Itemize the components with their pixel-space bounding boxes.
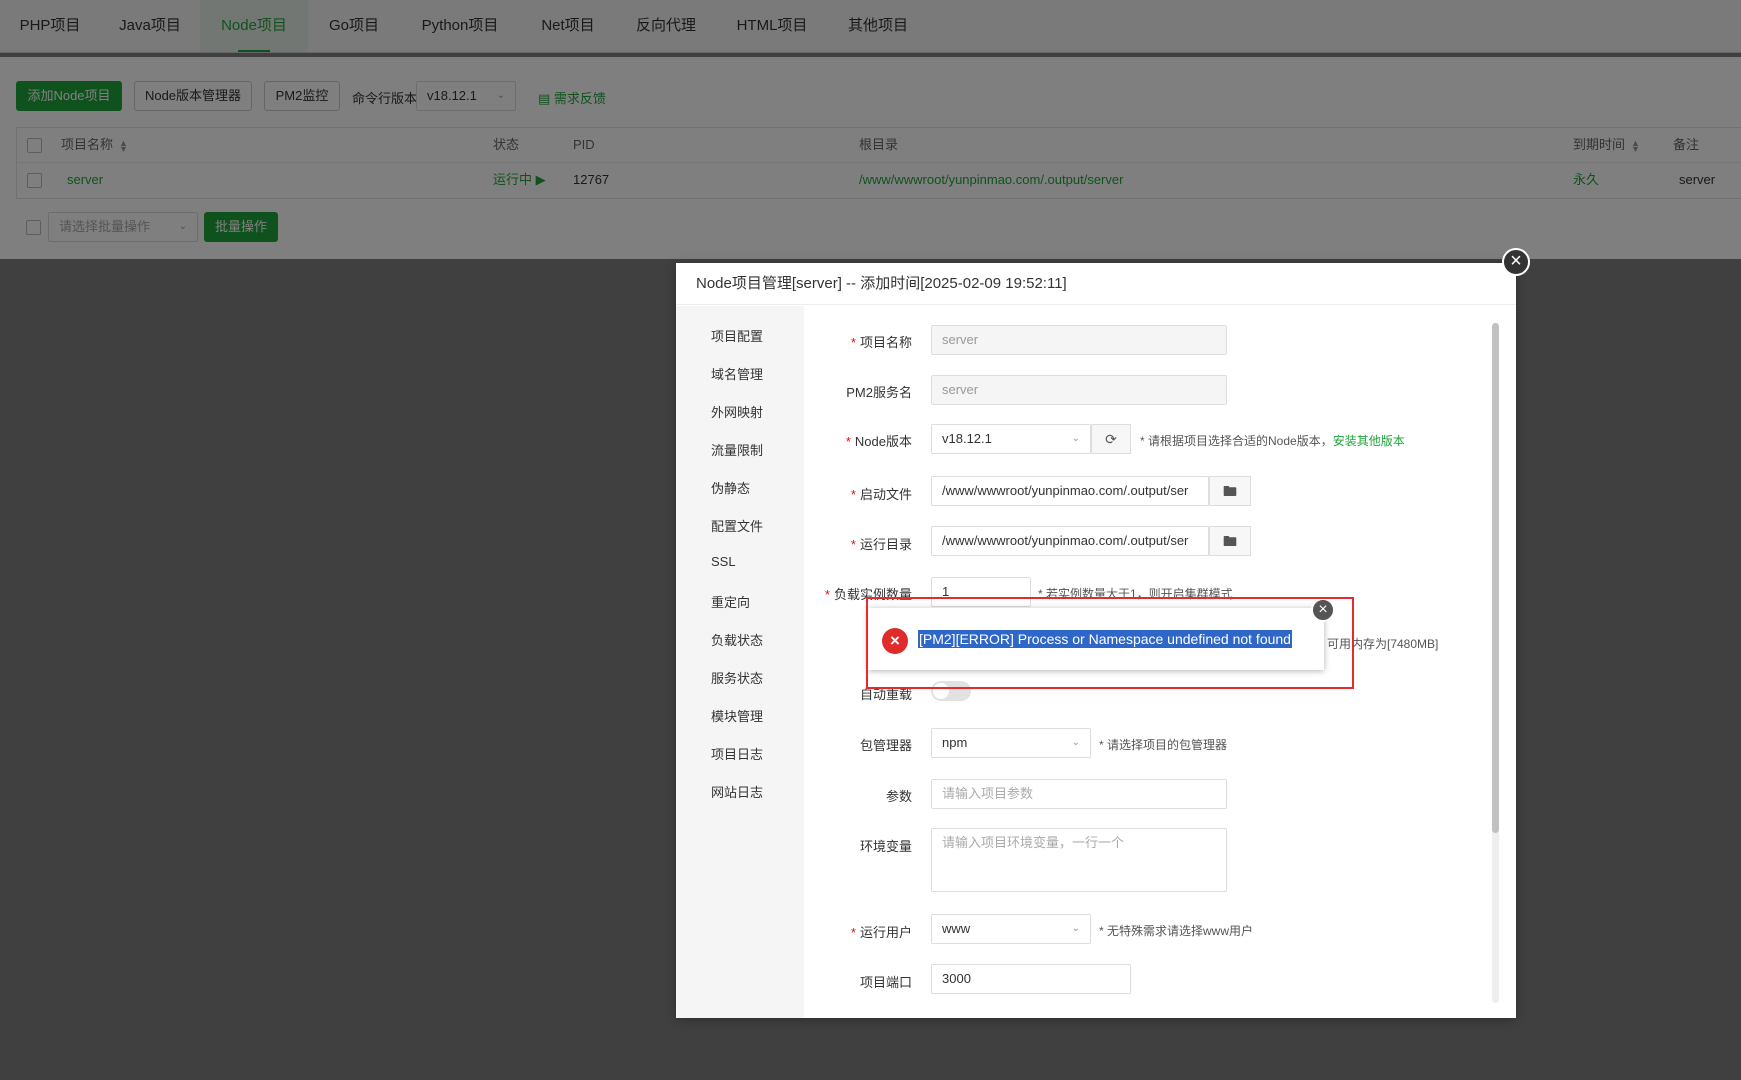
project-name-input[interactable]: server [931, 325, 1227, 355]
sidebar-item-traffic-limit[interactable]: 流量限制 [711, 440, 763, 459]
sidebar-item-external-mapping[interactable]: 外网映射 [711, 402, 763, 421]
sidebar-item-redirect[interactable]: 重定向 [711, 592, 750, 611]
node-version-hint: * 请根据项目选择合适的Node版本，安装其他版本 [1140, 434, 1405, 448]
folder-icon[interactable]: 🖿 [1209, 476, 1251, 506]
env-label: 环境变量 [859, 839, 912, 854]
node-version-select[interactable]: v18.12.1 ⌄ [931, 424, 1091, 454]
run-dir-input[interactable]: /www/wwwroot/yunpinmao.com/.output/ser [931, 526, 1209, 556]
sidebar-item-load-status[interactable]: 负载状态 [711, 630, 763, 649]
sidebar-item-ssl[interactable]: SSL [711, 554, 736, 569]
run-dir-label: * 运行目录 [850, 537, 912, 552]
folder-icon[interactable]: 🖿 [1209, 526, 1251, 556]
package-manager-label: 包管理器 [859, 738, 912, 753]
port-label: 项目端口 [859, 975, 912, 990]
close-icon[interactable]: × [1502, 248, 1530, 276]
refresh-icon[interactable]: ⟳ [1091, 424, 1131, 454]
sidebar-item-project-log[interactable]: 项目日志 [711, 744, 763, 763]
sidebar-item-site-log[interactable]: 网站日志 [711, 782, 763, 801]
sidebar-item-domain[interactable]: 域名管理 [711, 364, 763, 383]
start-file-input[interactable]: /www/wwwroot/yunpinmao.com/.output/ser [931, 476, 1209, 506]
pm2-name-label: PM2服务名 [846, 385, 912, 400]
sidebar-item-service-status[interactable]: 服务状态 [711, 668, 763, 687]
package-manager-select[interactable]: npm ⌄ [931, 728, 1091, 758]
args-input[interactable]: 请输入项目参数 [931, 779, 1227, 809]
chevron-down-icon: ⌄ [1071, 737, 1080, 748]
chevron-down-icon: ⌄ [1071, 923, 1080, 934]
run-user-hint: * 无特殊需求请选择www用户 [1099, 924, 1254, 938]
pm2-name-input[interactable]: server [931, 375, 1227, 405]
dialog-title: Node项目管理[server] -- 添加时间[2025-02-09 19:5… [676, 263, 1516, 305]
env-textarea[interactable]: 请输入项目环境变量，一行一个 [931, 828, 1227, 892]
sidebar-item-modules[interactable]: 模块管理 [711, 706, 763, 725]
port-input[interactable]: 3000 [931, 964, 1131, 994]
name-label: * 项目名称 [850, 335, 912, 350]
sidebar-item-rewrite[interactable]: 伪静态 [711, 478, 750, 497]
args-label: 参数 [885, 789, 912, 804]
error-highlight-box [866, 597, 1354, 689]
dialog-scrollbar[interactable] [1492, 323, 1499, 1003]
install-other-version-link[interactable]: 安装其他版本 [1333, 434, 1405, 448]
node-version-label: * Node版本 [845, 434, 912, 449]
dialog-sidebar: 项目配置 域名管理 外网映射 流量限制 伪静态 配置文件 SSL 重定向 负载状… [676, 306, 804, 1018]
start-file-label: * 启动文件 [850, 487, 912, 502]
package-manager-hint: * 请选择项目的包管理器 [1099, 738, 1228, 752]
sidebar-item-config-file[interactable]: 配置文件 [711, 516, 763, 535]
sidebar-item-project-config[interactable]: 项目配置 [711, 326, 763, 345]
chevron-down-icon: ⌄ [1071, 433, 1080, 444]
run-user-select[interactable]: www ⌄ [931, 914, 1091, 944]
run-user-label: * 运行用户 [850, 925, 912, 940]
